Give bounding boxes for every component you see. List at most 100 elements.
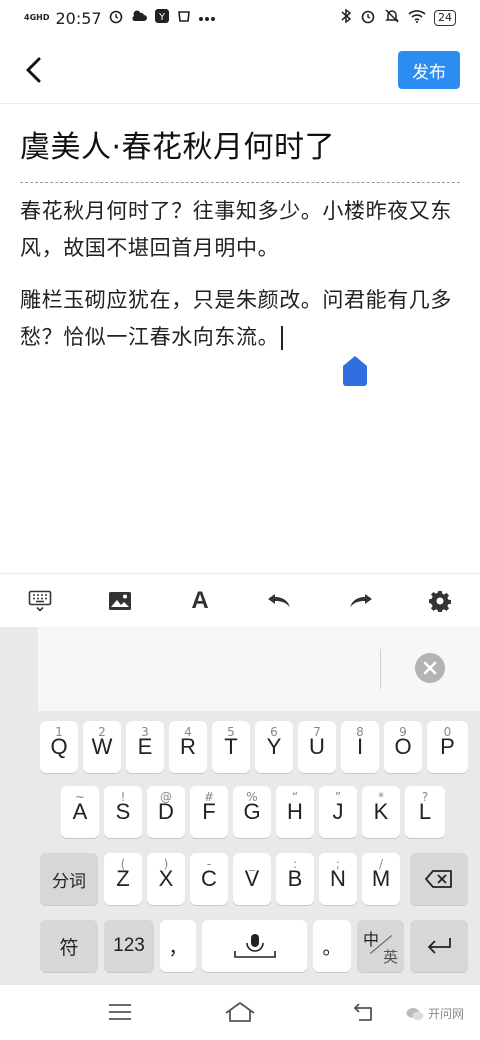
svg-text:Y: Y — [158, 12, 166, 23]
key-o[interactable]: 9O — [384, 721, 422, 773]
key-label: S — [115, 799, 131, 824]
key-label: F — [202, 799, 216, 824]
chevron-left-icon — [26, 57, 41, 83]
key-j[interactable]: ” J — [319, 786, 357, 838]
key-label: R — [180, 734, 196, 759]
more-notifications-icon — [198, 11, 216, 26]
alarm-icon — [108, 8, 124, 28]
back-arrow-icon — [354, 1003, 372, 1021]
key-l[interactable]: ? L — [405, 786, 445, 838]
key-c[interactable]: -C — [190, 853, 228, 905]
key-a[interactable]: ~ A — [61, 786, 99, 838]
number-key[interactable]: 123 — [104, 920, 154, 972]
key-label: J — [332, 799, 344, 824]
candidate-divider — [380, 649, 381, 689]
title-divider — [20, 182, 460, 183]
home-nav-button[interactable] — [220, 997, 260, 1027]
key-m[interactable]: / M — [362, 853, 400, 905]
space-key[interactable] — [202, 920, 307, 972]
redo-button[interactable] — [320, 574, 400, 628]
key-g[interactable]: % G — [233, 786, 271, 838]
font-style-button[interactable]: A — [160, 574, 240, 628]
backspace-icon — [410, 853, 468, 905]
candidate-bar — [38, 627, 480, 711]
soft-keyboard: 1Q 2W 3E 4R 5T 6Y 7U 8I 9O 0P ~ A ! S @ D #… — [0, 627, 480, 985]
key-y[interactable]: 6Y — [255, 721, 293, 773]
key-label: C — [201, 866, 217, 891]
back-nav-button[interactable] — [345, 997, 385, 1027]
weather-icon — [130, 8, 148, 28]
key-label: D — [158, 799, 174, 824]
key-label: Y — [266, 734, 282, 759]
bluetooth-icon — [340, 8, 352, 28]
undo-icon — [268, 593, 290, 607]
body-paragraph[interactable]: 雕栏玉砌应犹在，只是朱颜改。问君能有几多愁？恰似一江春水向东流。 — [20, 282, 465, 356]
status-right: 24 — [340, 8, 456, 28]
cursor-handle[interactable] — [343, 356, 367, 386]
wechat-logo-icon — [406, 1007, 424, 1020]
watermark: 开问网 — [406, 1005, 464, 1022]
back-button[interactable] — [14, 50, 54, 90]
insert-image-button[interactable] — [80, 574, 160, 628]
key-z[interactable]: (Z — [104, 853, 142, 905]
key-label: ， — [168, 936, 188, 959]
language-switch-key[interactable]: 中 英 — [357, 920, 404, 972]
menu-nav-button[interactable] — [100, 997, 140, 1027]
key-t[interactable]: 5T — [212, 721, 250, 773]
voice-input-icon — [202, 920, 307, 972]
key-h[interactable]: “H — [276, 786, 314, 838]
fenci-key[interactable]: 分词 — [40, 853, 98, 905]
comma-key[interactable]: ， — [160, 920, 196, 972]
key-label: Q — [50, 734, 68, 759]
key-x[interactable]: ) X — [147, 853, 185, 905]
body-paragraph[interactable]: 春花秋月何时了？往事知多少。小楼昨夜又东风，故国不堪回首月明中。 — [20, 193, 465, 267]
key-label: 。 — [322, 936, 342, 959]
clear-input-button[interactable] — [415, 653, 445, 683]
paragraph-text: 雕栏玉砌应犹在，只是朱颜改。问君能有几多愁？恰似一江春水向东流。 — [20, 288, 452, 349]
undo-button[interactable] — [240, 574, 320, 628]
publish-button[interactable]: 发布 — [398, 51, 460, 89]
key-i[interactable]: 8I — [341, 721, 379, 773]
article-title-input[interactable]: 虞美人·春花秋月何时了 — [20, 122, 335, 166]
key-label: 分词 — [52, 871, 86, 892]
close-icon — [423, 661, 437, 675]
system-nav-bar: 开问网 — [0, 985, 480, 1040]
key-label: A — [72, 799, 88, 824]
key-k[interactable]: * K — [362, 786, 400, 838]
key-label: W — [91, 734, 113, 759]
key-q[interactable]: 1Q — [40, 721, 78, 773]
keyboard-hide-icon — [28, 590, 52, 612]
key-v[interactable]: _ V — [233, 853, 271, 905]
key-n[interactable]: ; N — [319, 853, 357, 905]
key-label: B — [287, 866, 303, 891]
key-w[interactable]: 2W — [83, 721, 121, 773]
key-r[interactable]: 4R — [169, 721, 207, 773]
enter-icon — [410, 920, 468, 972]
key-b[interactable]: :B — [276, 853, 314, 905]
lang-en-label: 英 — [382, 948, 398, 966]
keyboard-toggle-button[interactable] — [0, 574, 80, 628]
home-icon — [225, 1002, 255, 1022]
status-left: 4GHD 20:57 Y — [24, 8, 216, 28]
editor-header: 发布 — [0, 36, 480, 104]
key-label: O — [394, 734, 412, 759]
key-e[interactable]: 3E — [126, 721, 164, 773]
key-label: V — [244, 866, 260, 891]
key-label: 符 — [59, 936, 79, 959]
key-label: E — [137, 734, 153, 759]
key-d[interactable]: @ D — [147, 786, 185, 838]
symbol-key[interactable]: 符 — [40, 920, 98, 972]
enter-key[interactable] — [410, 920, 468, 972]
key-label: L — [418, 799, 432, 824]
key-p[interactable]: 0P — [427, 721, 468, 773]
cup-icon — [176, 8, 192, 28]
key-s[interactable]: ! S — [104, 786, 142, 838]
key-u[interactable]: 7U — [298, 721, 336, 773]
font-icon: A — [191, 586, 209, 614]
backspace-key[interactable] — [410, 853, 468, 905]
key-label: G — [243, 799, 261, 824]
period-key[interactable]: 。 — [313, 920, 351, 972]
network-indicator: 4GHD — [24, 13, 50, 22]
key-f[interactable]: # F — [190, 786, 228, 838]
settings-button[interactable] — [400, 574, 480, 628]
